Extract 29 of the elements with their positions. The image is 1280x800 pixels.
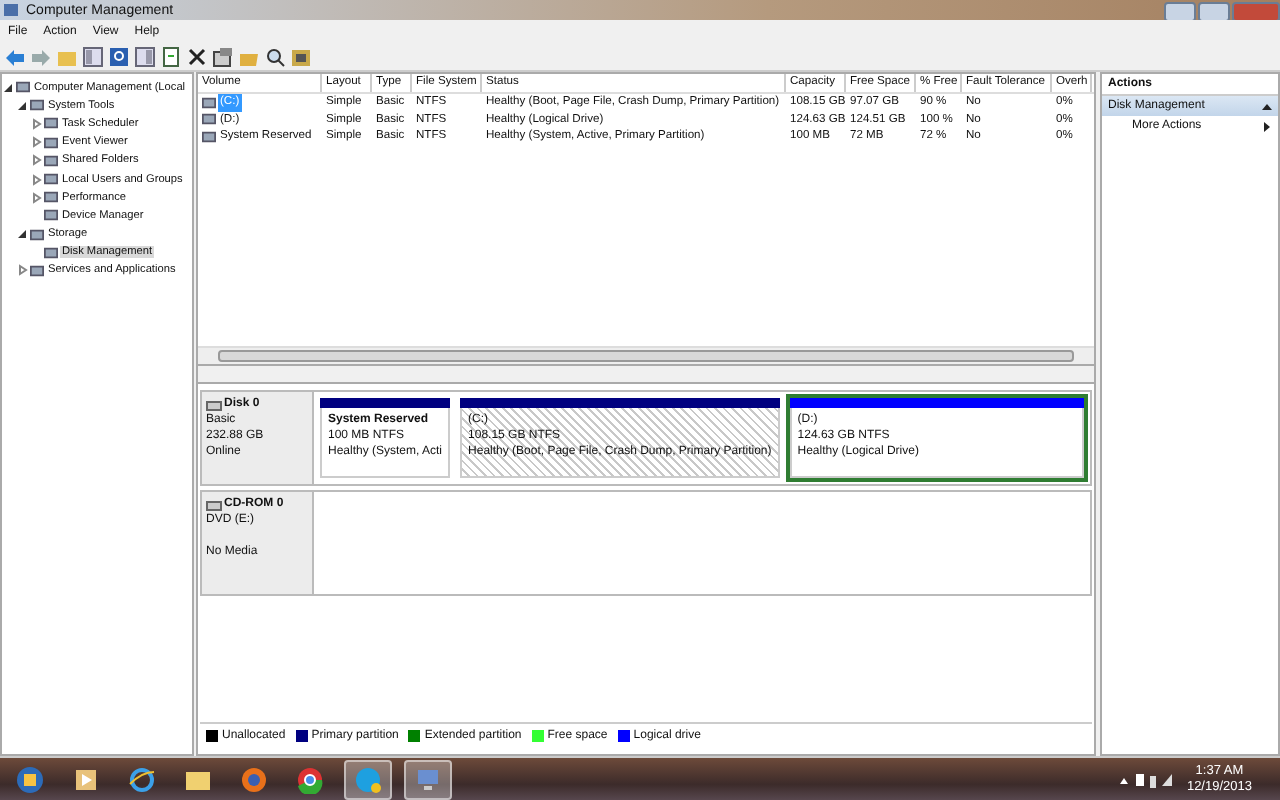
- chat-app-icon[interactable]: [344, 760, 392, 800]
- expand-arrow-icon[interactable]: [30, 191, 42, 204]
- expand-arrow-icon[interactable]: [30, 173, 42, 186]
- pane-icon[interactable]: [134, 45, 156, 67]
- help-icon[interactable]: [108, 45, 130, 67]
- computer-icon[interactable]: [404, 760, 452, 800]
- scrollbar[interactable]: [198, 346, 1094, 364]
- collapse-arrow-icon[interactable]: [16, 228, 28, 241]
- maximize-button[interactable]: [1198, 1, 1230, 21]
- collapse-icon[interactable]: [1262, 101, 1272, 111]
- refresh-icon[interactable]: [160, 45, 182, 67]
- pane-icon[interactable]: [82, 45, 104, 67]
- back-arrow-icon[interactable]: [4, 45, 26, 67]
- wizard-icon[interactable]: [290, 45, 312, 67]
- collapse-arrow-icon[interactable]: [16, 99, 28, 112]
- delete-icon[interactable]: [186, 45, 208, 67]
- app-icon: [4, 2, 20, 18]
- expand-arrow-icon[interactable]: [30, 154, 42, 167]
- minimize-button[interactable]: [1164, 1, 1196, 21]
- computer-icon: [16, 80, 30, 95]
- properties-icon[interactable]: [212, 45, 234, 67]
- cd-drive-icon: [206, 497, 222, 511]
- expand-arrow-icon[interactable]: [30, 136, 42, 149]
- expand-arrow-icon[interactable]: [16, 264, 28, 277]
- close-button[interactable]: [1232, 1, 1280, 21]
- submenu-arrow-icon: [1262, 121, 1272, 131]
- expand-arrow-icon[interactable]: [30, 117, 42, 130]
- collapse-arrow-icon[interactable]: [2, 81, 14, 94]
- search-icon[interactable]: [264, 45, 286, 67]
